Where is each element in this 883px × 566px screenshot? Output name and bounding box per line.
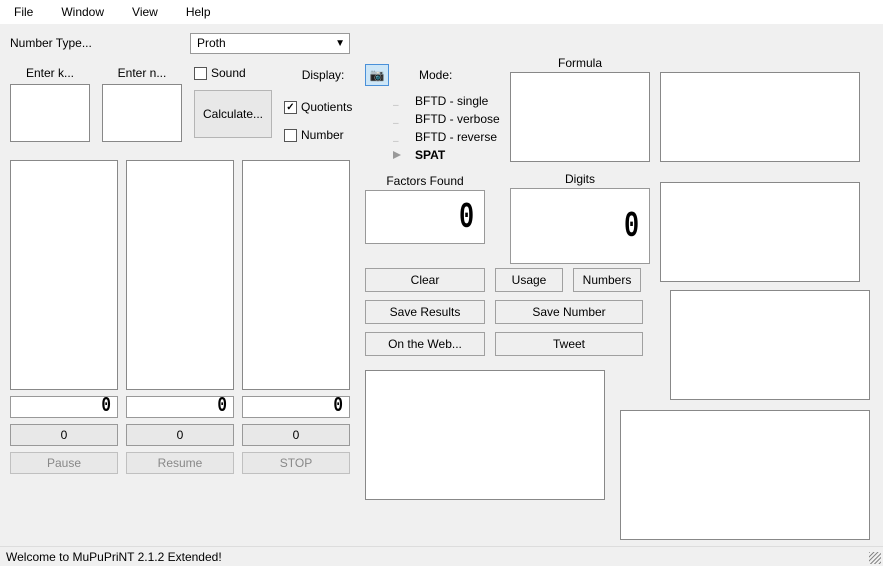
stop-button[interactable]: STOP [242,452,350,474]
clear-button[interactable]: Clear [365,268,485,292]
mode-marker-icon [393,133,405,141]
status-text: Welcome to MuPuPriNT 2.1.2 Extended! [6,550,222,564]
sound-label: Sound [211,66,246,80]
on-the-web-button[interactable]: On the Web... [365,332,485,356]
digits-label: Digits [510,172,650,186]
result-panel-0 [10,160,118,390]
mode-marker-icon [393,151,405,159]
lcd-small-1: 0 [126,396,234,418]
right-box-4 [620,410,870,540]
result-panel-1 [126,160,234,390]
calculate-button[interactable]: Calculate... [194,90,272,138]
counter-1: 0 [126,424,234,446]
factors-found-label: Factors Found [365,174,485,188]
menu-view[interactable]: View [118,2,172,22]
mode-marker-icon [393,97,405,105]
formula-label: Formula [510,56,650,70]
lcd-small-0: 0 [10,396,118,418]
camera-icon: 📷 [370,68,385,82]
pause-button[interactable]: Pause [10,452,118,474]
quotients-checkbox[interactable] [284,101,297,114]
menu-help[interactable]: Help [172,2,225,22]
mode-marker-icon [393,115,405,123]
display-label: Display: [284,68,352,82]
counter-2: 0 [242,424,350,446]
number-label: Number [301,128,344,142]
status-bar: Welcome to MuPuPriNT 2.1.2 Extended! [0,546,883,566]
right-box-3 [670,290,870,400]
number-checkbox[interactable] [284,129,297,142]
resume-button[interactable]: Resume [126,452,234,474]
sound-checkbox[interactable] [194,67,207,80]
mode-label: Mode: [419,68,452,82]
enter-n-label: Enter n... [118,66,167,80]
counter-0: 0 [10,424,118,446]
content-area: Number Type... Proth ▼ Enter k... Enter … [0,24,883,544]
number-type-value: Proth [197,36,226,50]
size-grip-icon[interactable] [869,552,881,564]
factors-found-lcd: 0 [365,190,485,244]
result-panel-2 [242,160,350,390]
menu-window[interactable]: Window [47,2,118,22]
enter-k-label: Enter k... [26,66,74,80]
left-panel: Enter k... Enter n... Sound Calculate...… [10,66,350,474]
n-input[interactable] [102,84,182,142]
number-type-combo[interactable]: Proth ▼ [190,33,350,54]
camera-button[interactable]: 📷 [365,64,389,86]
digits-lcd: 0 [510,188,650,264]
right-box-2 [660,182,860,282]
chevron-down-icon: ▼ [335,38,345,49]
right-panel: Formula Digits 0 [510,56,870,540]
menu-file[interactable]: File [0,2,47,22]
number-type-label: Number Type... [10,36,190,50]
save-results-button[interactable]: Save Results [365,300,485,324]
formula-box-left [510,72,650,162]
k-input[interactable] [10,84,90,142]
quotients-label: Quotients [301,100,352,114]
formula-box-right [660,72,860,162]
menubar: File Window View Help [0,0,883,24]
lcd-small-2: 0 [242,396,350,418]
